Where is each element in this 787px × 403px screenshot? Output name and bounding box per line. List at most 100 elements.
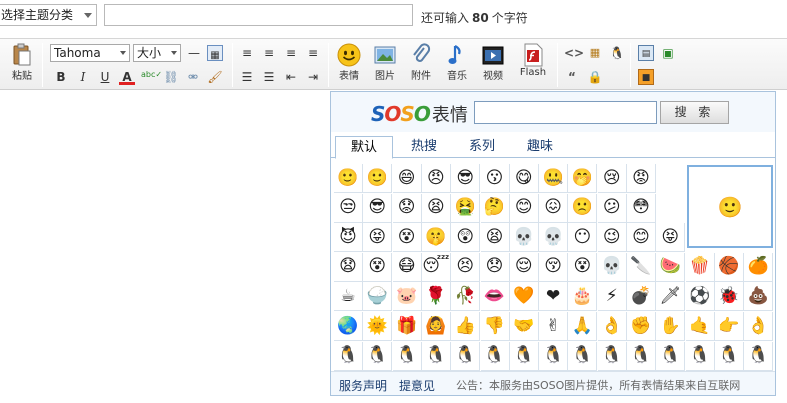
emoticon-cell[interactable]: 😝 xyxy=(363,223,393,253)
emoticon-cell[interactable]: 👌 xyxy=(597,312,627,341)
emoticon-cell[interactable]: ✋ xyxy=(656,312,686,341)
emoticon-cell[interactable]: 💩 xyxy=(744,282,774,312)
code-button[interactable]: <> xyxy=(564,45,584,61)
attachment-button[interactable]: 附件 xyxy=(408,43,434,82)
clear-format-button[interactable]: 🖌 xyxy=(207,69,223,85)
emoticon-cell[interactable]: 😕 xyxy=(597,193,627,223)
emoticon-cell[interactable]: 🤙 xyxy=(685,312,715,341)
emoticon-cell[interactable]: 😟 xyxy=(392,193,422,223)
emoticon-cell[interactable]: 🙆 xyxy=(421,312,451,341)
music-button[interactable]: 音乐 xyxy=(444,43,470,82)
emoticon-cell[interactable]: 👍 xyxy=(451,312,481,341)
emoticon-cell[interactable]: 🙂 xyxy=(334,164,363,193)
emoticon-cell[interactable]: 🙁 xyxy=(568,193,598,223)
emoticon-cell[interactable]: 🔪 xyxy=(627,252,656,282)
video-button[interactable]: 视频 xyxy=(480,43,506,82)
emoticon-cell[interactable]: 🏀 xyxy=(714,252,744,282)
emoticon-cell[interactable]: 😫 xyxy=(480,223,510,253)
emoticon-cell[interactable]: 🤐 xyxy=(539,164,569,193)
emoticon-cell[interactable]: 😠 xyxy=(421,164,451,193)
emoticon-cell[interactable]: 🧡 xyxy=(509,282,539,312)
emoticon-cell[interactable]: 😧 xyxy=(334,252,363,282)
align-left-button[interactable]: ≡ xyxy=(239,45,255,61)
font-size-select[interactable]: 大小 xyxy=(133,44,181,62)
service-terms-link[interactable]: 服务声明 xyxy=(339,377,387,394)
emoticon-cell[interactable]: ✌ xyxy=(539,312,569,341)
underline-button[interactable]: U xyxy=(97,69,113,85)
emoticon-search-button[interactable]: 搜 索 xyxy=(660,101,729,124)
emoticon-cell[interactable]: 🐧 xyxy=(744,341,774,371)
emoticon-cell[interactable]: 💣 xyxy=(627,282,656,312)
emoticon-cell[interactable]: 😎 xyxy=(451,164,481,193)
emoticon-cell[interactable]: 🐷 xyxy=(392,282,422,312)
emoticon-cell[interactable]: 😴 xyxy=(421,252,451,282)
emoticon-cell[interactable]: 😉 xyxy=(597,223,627,253)
preview-button[interactable]: ▣ xyxy=(660,45,676,61)
emoticon-cell[interactable]: 🐧 xyxy=(334,341,363,371)
justify-button[interactable]: ≡ xyxy=(305,45,321,61)
emoticon-cell[interactable]: 🍚 xyxy=(363,282,393,312)
emoticon-cell[interactable]: 🐧 xyxy=(480,341,510,371)
emoticon-cell[interactable]: 😵 xyxy=(363,252,393,282)
indent-button[interactable]: ⇥ xyxy=(305,69,321,85)
fullscreen-button[interactable]: ■ xyxy=(638,69,654,85)
italic-button[interactable]: I xyxy=(75,69,91,85)
emoticon-cell[interactable]: 🙂 xyxy=(363,164,393,193)
source-button[interactable]: ▤ xyxy=(638,45,654,61)
horizontal-rule-button[interactable]: — xyxy=(186,45,202,61)
emoticon-cell[interactable]: 😋 xyxy=(509,164,539,193)
emoticon-cell[interactable]: 😖 xyxy=(539,193,569,223)
emoticon-cell[interactable]: 😵 xyxy=(568,252,598,282)
emoticon-cell[interactable]: 🙏 xyxy=(568,312,598,341)
emoticon-cell[interactable]: 🐧 xyxy=(539,341,569,371)
emoticon-cell[interactable]: 🍊 xyxy=(744,252,774,282)
emoticon-cell[interactable]: 👉 xyxy=(714,312,744,341)
spellcheck-button[interactable]: abc✓ xyxy=(141,67,162,83)
tab-default[interactable]: 默认 xyxy=(335,136,393,159)
tab-hot[interactable]: 热搜 xyxy=(395,136,453,158)
table-button[interactable]: ▦ xyxy=(207,45,223,61)
emoticon-cell[interactable]: 😫 xyxy=(421,193,451,223)
emoticon-cell[interactable]: 😄 xyxy=(392,164,422,193)
tab-fun[interactable]: 趣味 xyxy=(511,136,569,158)
flash-button[interactable]: Flash xyxy=(518,43,548,78)
emoticon-cell[interactable]: 😞 xyxy=(480,252,510,282)
emoticon-cell[interactable]: 💀 xyxy=(539,223,569,253)
emoticon-cell[interactable]: 🗡 xyxy=(656,282,686,312)
emoticon-cell[interactable]: 🍉 xyxy=(656,252,686,282)
emoticon-cell[interactable]: ☕ xyxy=(334,282,363,312)
title-input[interactable] xyxy=(104,4,413,26)
emoticon-cell[interactable]: 😊 xyxy=(627,223,656,253)
emoticon-cell[interactable]: 🐧 xyxy=(392,341,422,371)
unordered-list-button[interactable]: ☰ xyxy=(261,69,277,85)
emoticon-cell[interactable]: 😒 xyxy=(334,193,363,223)
font-color-button[interactable]: A xyxy=(119,69,135,85)
emoticon-cell[interactable]: 🍿 xyxy=(685,252,715,282)
emoticon-cell[interactable]: 🎂 xyxy=(568,282,598,312)
emoticon-cell[interactable]: 💀 xyxy=(597,252,627,282)
emoticon-cell[interactable]: 🎁 xyxy=(392,312,422,341)
outdent-button[interactable]: ⇤ xyxy=(283,69,299,85)
emoticon-cell[interactable]: 🐧 xyxy=(509,341,539,371)
emoticon-cell[interactable]: 👎 xyxy=(480,312,510,341)
emoticon-cell[interactable]: 😲 xyxy=(451,223,481,253)
emoticon-cell[interactable]: 😵 xyxy=(392,223,422,253)
emoticon-cell[interactable]: 🌞 xyxy=(363,312,393,341)
emoticon-cell[interactable]: 👌 xyxy=(744,312,774,341)
unlink-button[interactable]: ⚮ xyxy=(185,69,201,85)
paste-button[interactable]: 粘贴 xyxy=(9,43,35,82)
emoticon-cell[interactable]: 🐞 xyxy=(714,282,744,312)
emoticon-cell[interactable]: 😌 xyxy=(509,252,539,282)
emoticon-cell[interactable]: ❤ xyxy=(539,282,569,312)
topic-category-select[interactable]: 选择主题分类 xyxy=(0,4,97,26)
emoticon-cell[interactable]: 😊 xyxy=(509,193,539,223)
emoticon-cell[interactable]: 💀 xyxy=(509,223,539,253)
font-family-select[interactable]: Tahoma xyxy=(50,44,130,62)
qq-button[interactable]: 🐧 xyxy=(609,45,625,61)
emoticon-cell[interactable]: 😝 xyxy=(656,223,686,253)
align-right-button[interactable]: ≡ xyxy=(283,45,299,61)
emoticon-cell[interactable]: 😶 xyxy=(568,223,598,253)
align-center-button[interactable]: ≡ xyxy=(261,45,277,61)
emoticon-cell[interactable]: 😣 xyxy=(451,252,481,282)
emoticon-cell[interactable]: 🐧 xyxy=(421,341,451,371)
